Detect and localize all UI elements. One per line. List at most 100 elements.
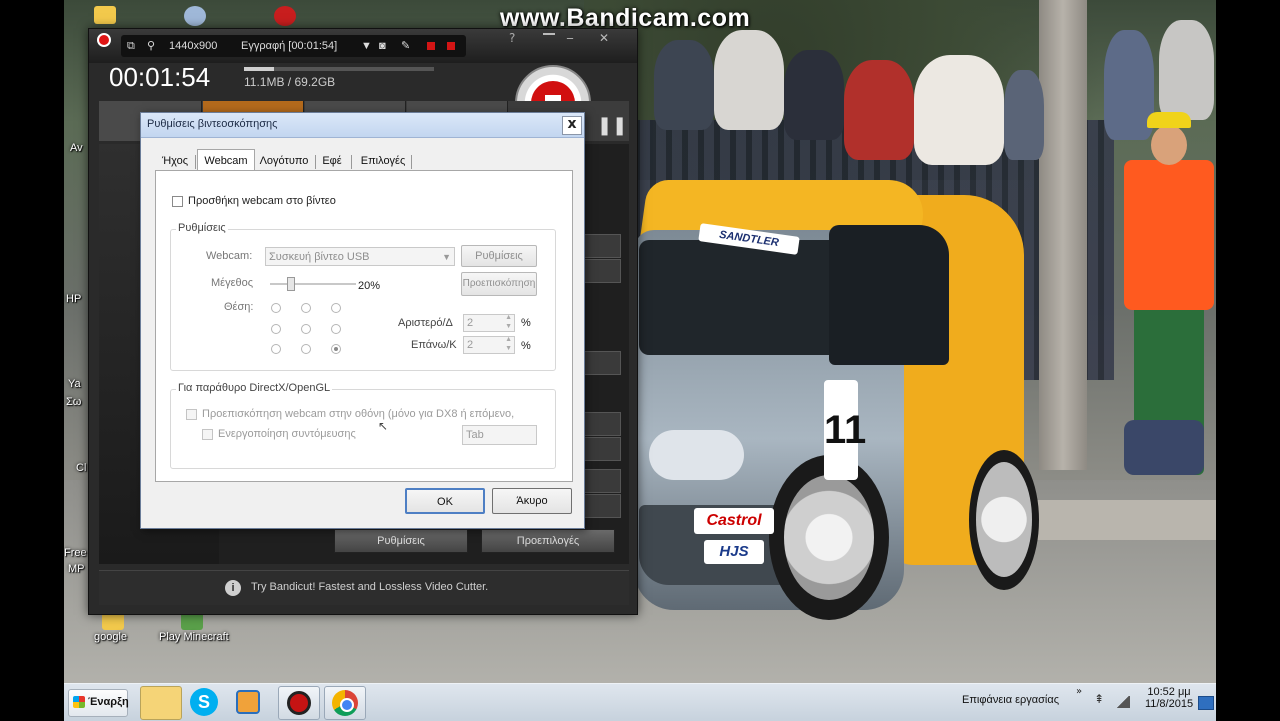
left-offset-label: Αριστερό/Δ — [398, 317, 453, 329]
network-icon[interactable] — [1116, 696, 1130, 708]
recording-status-text: Εγγραφή [00:01:54] — [241, 40, 338, 52]
start-button[interactable]: Έναρξη — [68, 689, 129, 717]
desktop-icon-label[interactable]: HP — [66, 293, 81, 305]
stop-recording-icon[interactable] — [447, 42, 455, 50]
position-top-center-radio[interactable] — [301, 303, 311, 313]
close-icon[interactable]: ✕ — [599, 31, 609, 45]
webcam-select[interactable]: Συσκευή βίντεο USB ▼ — [265, 247, 455, 266]
tab-logo[interactable]: Λογότυπο — [255, 152, 313, 171]
minimize-icon[interactable] — [543, 33, 555, 35]
desktop-icon-label[interactable]: MP — [68, 563, 85, 575]
chrome-taskbar-button[interactable] — [324, 686, 366, 720]
folder-icon[interactable] — [94, 6, 116, 24]
directx-preview-checkbox[interactable] — [186, 409, 197, 420]
crowd-person — [844, 60, 914, 160]
dialog-title: Ρυθμίσεις βιντεοσκόπησης — [147, 118, 278, 130]
desktop-icon-label[interactable]: Cl — [76, 462, 86, 474]
explorer-icon[interactable] — [140, 686, 182, 720]
crowd-person — [654, 40, 714, 130]
preview-button[interactable]: Προεπισκόπηση — [461, 272, 537, 296]
media-player-button[interactable] — [228, 686, 268, 718]
video-settings-dialog[interactable]: Ρυθμίσεις βιντεοσκόπησης x Ήχος Webcam Λ… — [140, 112, 585, 529]
skype-button[interactable]: S — [184, 686, 224, 718]
clock-date: 11/8/2015 — [1144, 698, 1194, 710]
expand-toolbar-icon[interactable]: » — [1076, 686, 1082, 697]
webcam-tab-panel: Προσθήκη webcam στο βίντεο Ρυθμίσεις Web… — [155, 170, 573, 482]
start-label: Έναρξη — [88, 696, 129, 708]
bag — [1124, 420, 1204, 475]
ok-button[interactable]: OK — [405, 488, 485, 514]
webcam-settings-button[interactable]: Ρυθμίσεις — [461, 245, 537, 267]
tab-audio[interactable]: Ήχος — [157, 152, 193, 171]
app-icon[interactable] — [184, 6, 206, 26]
add-webcam-label: Προσθήκη webcam στο βίντεο — [188, 195, 336, 207]
dropdown-icon[interactable]: ▼ — [361, 35, 372, 57]
desktop-icon-label[interactable]: Ya — [68, 378, 81, 390]
top-offset-spinner[interactable]: 2 ▲ ▼ — [463, 336, 515, 354]
dialog-tabs: Ήχος Webcam Λογότυπο Εφέ Επιλογές — [155, 149, 575, 172]
window-mode-icon[interactable]: ⧉ — [127, 35, 135, 57]
car-side-window — [829, 225, 949, 365]
settings-button[interactable]: Ρυθμίσεις — [334, 529, 468, 553]
add-webcam-checkbox[interactable] — [172, 196, 183, 207]
bandicam-desktop-icon[interactable] — [274, 6, 296, 26]
show-desktop-icon[interactable] — [1198, 696, 1214, 710]
presets-button[interactable]: Προεπιλογές — [481, 529, 615, 553]
desktop-icon-google[interactable]: google — [94, 612, 164, 648]
pencil-icon[interactable]: ✎ — [401, 35, 410, 57]
desktop-icon-label[interactable]: Av — [70, 142, 83, 154]
position-top-right-radio[interactable] — [331, 303, 341, 313]
desktop-icon-label[interactable]: Σω — [66, 396, 81, 408]
tab-separator — [351, 155, 352, 169]
taskbar: Έναρξη S Επιφάνεια εργασίας » ⇞ 10:52 μμ… — [64, 683, 1216, 721]
bandicam-footer[interactable]: i Try Bandicut! Fastest and Lossless Vid… — [99, 570, 629, 605]
stop-icon[interactable] — [427, 42, 435, 50]
tab-webcam[interactable]: Webcam — [197, 149, 255, 172]
size-slider[interactable] — [270, 277, 356, 291]
position-top-left-radio[interactable] — [271, 303, 281, 313]
position-middle-right-radio[interactable] — [331, 324, 341, 334]
spinner-arrows-icon[interactable]: ▲ ▼ — [505, 335, 512, 353]
top-offset-value: 2 — [467, 339, 474, 351]
top-offset-percent: % — [521, 340, 531, 352]
size-slider-track — [270, 283, 356, 285]
cancel-button[interactable]: Άκυρο — [492, 488, 572, 514]
resolution-text: 1440x900 — [169, 40, 218, 52]
storage-progress-fill — [244, 67, 275, 71]
hotkey-checkbox[interactable] — [202, 429, 213, 440]
desktop-toolbar-label[interactable]: Επιφάνεια εργασίας — [962, 694, 1059, 706]
hotkey-input[interactable]: Tab — [462, 425, 537, 445]
clock[interactable]: 10:52 μμ 11/8/2015 — [1144, 686, 1194, 710]
position-middle-center-radio[interactable] — [301, 324, 311, 334]
minimize-button[interactable]: _ — [567, 25, 573, 39]
left-offset-percent: % — [521, 317, 531, 329]
dialog-close-button[interactable]: x — [562, 116, 582, 135]
letterbox-right — [1216, 0, 1280, 720]
dialog-titlebar[interactable]: Ρυθμίσεις βιντεοσκόπησης x — [141, 113, 584, 138]
magnifier-icon[interactable]: ⚲ — [147, 35, 155, 57]
bandicam-taskbar-button[interactable] — [278, 686, 320, 720]
tab-options[interactable]: Επιλογές — [355, 152, 411, 171]
desktop-icon-minecraft[interactable]: Play Minecraft — [159, 612, 249, 648]
recording-toolbar[interactable]: ⧉ ⚲ 1440x900 Εγγραφή [00:01:54] ▼ ◙ ✎ — [121, 35, 466, 57]
pause-icon[interactable]: ❚❚ — [597, 115, 627, 136]
camera-icon[interactable]: ◙ — [379, 35, 386, 57]
position-bottom-left-radio[interactable] — [271, 344, 281, 354]
desktop-icon-label[interactable]: Free — [64, 547, 87, 559]
size-slider-thumb[interactable] — [287, 277, 296, 291]
tray-arrow-icon[interactable]: ⇞ — [1094, 692, 1104, 706]
tab-effects[interactable]: Εφέ — [317, 152, 347, 171]
marshal-head — [1151, 125, 1187, 165]
position-bottom-right-radio[interactable] — [331, 344, 341, 354]
position-bottom-center-radio[interactable] — [301, 344, 311, 354]
marshal-vest — [1124, 160, 1214, 310]
help-icon[interactable]: ? — [509, 31, 515, 45]
car-rear-rim — [976, 462, 1032, 577]
wallpaper-pole — [1039, 0, 1087, 470]
spinner-arrows-icon[interactable]: ▲ ▼ — [505, 313, 512, 331]
desktop-icon-label: google — [94, 631, 128, 643]
webcam-label: Webcam: — [206, 250, 253, 262]
left-offset-spinner[interactable]: 2 ▲ ▼ — [463, 314, 515, 332]
footer-promo-text[interactable]: Try Bandicut! Fastest and Lossless Video… — [251, 581, 488, 593]
position-middle-left-radio[interactable] — [271, 324, 281, 334]
